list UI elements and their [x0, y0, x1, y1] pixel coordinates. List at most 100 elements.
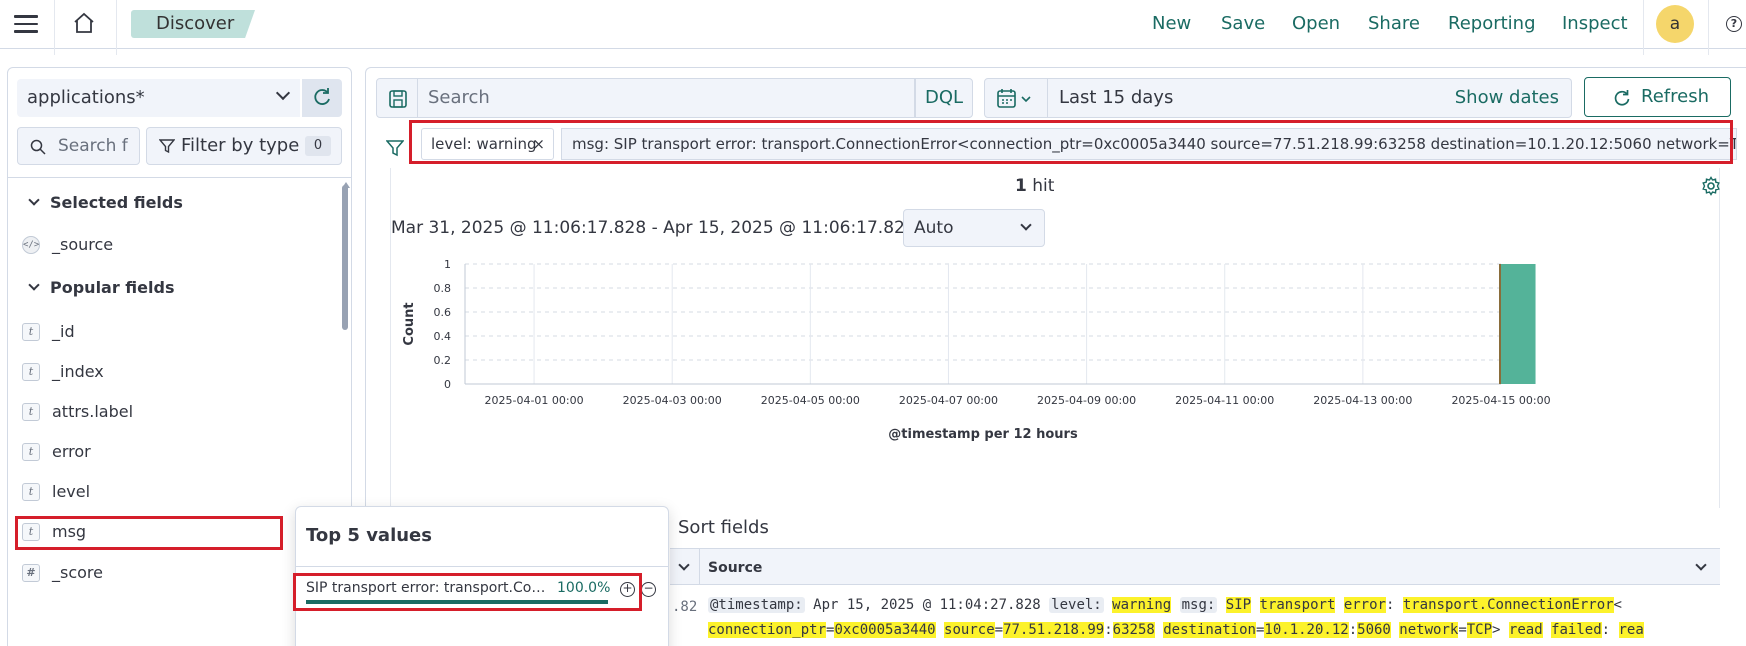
filter-pill-level[interactable]: level: warning ×	[421, 128, 554, 160]
funnel-icon[interactable]	[386, 139, 404, 157]
field-item-error[interactable]: t error	[22, 440, 91, 464]
y-tick-label: 0.4	[434, 330, 452, 343]
field-search-placeholder: Search f	[58, 136, 128, 156]
field-item-source[interactable]: </> _source	[22, 233, 113, 257]
refresh-icon	[1614, 90, 1630, 106]
popover-title: Top 5 values	[306, 525, 432, 546]
source-column-header[interactable]: Source	[708, 560, 762, 576]
interval-select[interactable]: Auto	[903, 209, 1045, 247]
y-tick-label: 1	[444, 258, 451, 271]
divider	[116, 0, 117, 55]
doc-highlight: 0xc0005a3440	[834, 622, 936, 638]
field-item-index[interactable]: t _index	[22, 360, 104, 384]
doc-text: =	[994, 622, 1004, 638]
save-query-button[interactable]	[376, 78, 418, 118]
x-tick-label: 2025-04-03 00:00	[623, 394, 722, 407]
chevron-down-icon	[1020, 219, 1032, 231]
string-type-icon: t	[22, 443, 40, 461]
chevron-down-icon	[28, 194, 40, 206]
field-item-attrs-label[interactable]: t attrs.label	[22, 400, 133, 424]
histogram-chart: 0 0.2 0.4 0.6 0.8 1 2025-04-01 00:00 2025-04-03…	[402, 258, 1551, 442]
filter-count-badge: 0	[305, 136, 331, 156]
divider	[8, 177, 351, 178]
show-dates-link[interactable]: Show dates	[1455, 79, 1559, 117]
doc-highlight: 63258	[1112, 622, 1155, 638]
doc-text: Apr 15, 2025 @ 11:04:27.828	[804, 597, 1050, 613]
query-language-button[interactable]: DQL	[915, 78, 973, 118]
doc-highlight: TCP	[1466, 622, 1493, 638]
inspect-link[interactable]: Inspect	[1562, 13, 1628, 34]
query-search-input[interactable]: Search	[418, 78, 915, 118]
doc-highlight: 10.1.20.12	[1264, 622, 1349, 638]
search-icon	[30, 139, 46, 155]
chevron-down-icon	[275, 85, 291, 101]
doc-highlight: warning	[1112, 597, 1172, 613]
date-range-display[interactable]: Last 15 days Show dates	[1048, 78, 1572, 118]
field-search-input[interactable]: Search f	[17, 127, 140, 165]
x-tick-label: 2025-04-15 00:00	[1451, 394, 1550, 407]
x-tick-label: 2025-04-09 00:00	[1037, 394, 1136, 407]
field-item-id[interactable]: t _id	[22, 320, 75, 344]
filter-out-value-icon[interactable]: −	[641, 582, 656, 597]
top-value-bar-fill	[306, 600, 608, 604]
index-pattern-select[interactable]: applications*	[17, 79, 300, 117]
gear-icon[interactable]	[1701, 176, 1721, 196]
doc-highlight: 77.51.218.99	[1003, 622, 1105, 638]
doc-text: =	[1458, 622, 1467, 638]
y-tick-label: 0.2	[434, 354, 452, 367]
new-link[interactable]: New	[1152, 13, 1191, 34]
index-pattern-value: applications*	[27, 87, 145, 108]
table-row[interactable]: @timestamp: Apr 15, 2025 @ 11:04:27.828 …	[708, 597, 1622, 613]
doc-highlight: connection_ptr	[708, 622, 827, 638]
top-value-percent: 100.0%	[557, 580, 611, 596]
doc-highlight: SIP	[1225, 597, 1252, 613]
open-link[interactable]: Open	[1292, 13, 1340, 34]
filter-query-input[interactable]: msg: SIP transport error: transport.Conn…	[561, 128, 1737, 160]
doc-text	[936, 622, 944, 638]
chevron-down-icon	[28, 279, 40, 291]
field-item-score[interactable]: # _score	[22, 561, 103, 585]
string-type-icon: t	[22, 323, 40, 341]
reporting-link[interactable]: Reporting	[1448, 13, 1536, 34]
field-item-level[interactable]: t level	[22, 480, 90, 504]
filter-for-value-icon[interactable]: +	[620, 582, 635, 597]
share-link[interactable]: Share	[1368, 13, 1420, 34]
doc-field-key: @timestamp:	[708, 597, 805, 613]
table-row[interactable]: connection_ptr=0xc0005a3440 source=77.51…	[708, 622, 1644, 638]
doc-text: <	[1613, 597, 1622, 613]
divider	[1708, 0, 1709, 55]
top-value-text: SIP transport error: transport.Connectio…	[306, 580, 550, 596]
histogram-bar	[1501, 264, 1536, 384]
home-icon[interactable]	[72, 12, 98, 36]
menu-icon[interactable]	[10, 10, 42, 38]
field-item-msg[interactable]: t msg	[22, 520, 86, 544]
doc-highlight: network	[1399, 622, 1459, 638]
doc-highlight: read	[1508, 622, 1543, 638]
doc-text	[1217, 597, 1225, 613]
selected-fields-heading[interactable]: Selected fields	[28, 193, 183, 212]
doc-field-key: level:	[1049, 597, 1104, 613]
filter-by-type-label: Filter by type	[181, 135, 300, 156]
sort-fields-button[interactable]: Sort fields	[678, 517, 769, 538]
query-search-placeholder: Search	[428, 87, 490, 108]
doc-text	[1155, 622, 1163, 638]
sidebar-scrollbar[interactable]	[342, 185, 348, 330]
x-tick-label: 2025-04-11 00:00	[1175, 394, 1274, 407]
save-link[interactable]: Save	[1221, 13, 1265, 34]
filter-pill-label: level: warning	[431, 135, 537, 153]
breadcrumb-discover[interactable]: Discover	[131, 10, 255, 38]
filter-by-type-button[interactable]: Filter by type 0	[146, 127, 342, 165]
number-type-icon: #	[22, 564, 40, 582]
date-quick-menu-button[interactable]	[984, 78, 1048, 118]
x-tick-label: 2025-04-07 00:00	[899, 394, 998, 407]
popular-fields-heading[interactable]: Popular fields	[28, 278, 174, 297]
help-icon[interactable]: ?	[1726, 16, 1742, 32]
doc-text: :	[1348, 622, 1358, 638]
y-tick-label: 0.8	[434, 282, 452, 295]
refresh-button[interactable]: Refresh	[1584, 77, 1731, 117]
close-icon[interactable]: ×	[532, 129, 545, 159]
refresh-index-button[interactable]	[302, 79, 342, 117]
doc-highlight: error	[1343, 597, 1386, 613]
avatar[interactable]: a	[1656, 5, 1694, 43]
divider	[296, 566, 668, 567]
